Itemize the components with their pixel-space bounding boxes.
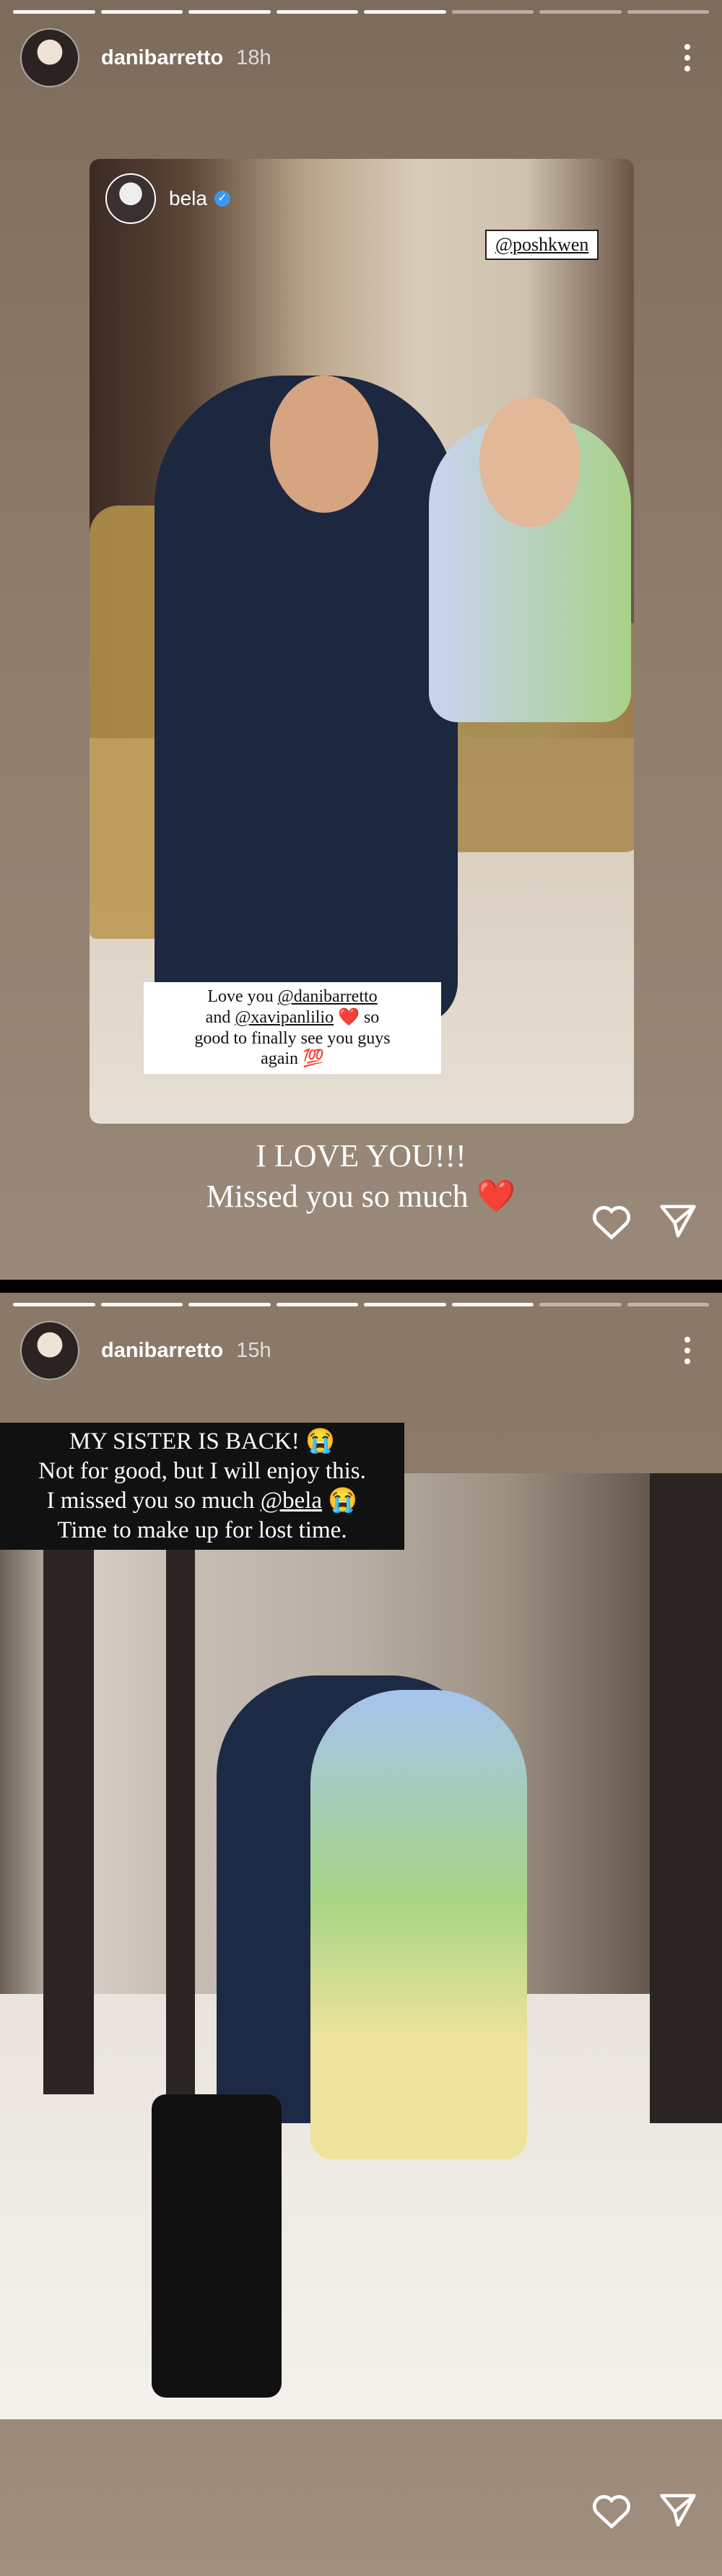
photo-pillar xyxy=(650,1473,722,2123)
progress-segment xyxy=(627,1303,709,1306)
mention-text[interactable]: @poshkwen xyxy=(495,234,588,255)
progress-segment xyxy=(539,10,622,14)
username[interactable]: danibarretto xyxy=(101,46,223,70)
heart-emoji: ❤️ xyxy=(338,1007,360,1027)
progress-segment xyxy=(451,1303,534,1306)
photo-pillar xyxy=(166,1473,195,2094)
mention-link[interactable]: @xavipanlilio xyxy=(235,1008,334,1027)
crying-emoji: 😭 xyxy=(328,1487,358,1514)
progress-segment xyxy=(539,1303,622,1306)
photo-person xyxy=(310,1690,527,2159)
repost-caption: Love you @danibarretto and @xavipanlilio… xyxy=(144,982,441,1075)
send-icon[interactable] xyxy=(658,2492,697,2528)
progress-segment xyxy=(188,10,271,14)
progress-segment xyxy=(364,1303,446,1306)
caption-text: and xyxy=(205,1007,235,1027)
photo-pillar xyxy=(43,1473,94,2094)
mention-link[interactable]: @danibarretto xyxy=(278,987,378,1006)
caption-text: Not for good, but I will enjoy this. xyxy=(38,1457,366,1484)
story-card: danibarretto 18h bela ✓ @poshkwen Love y… xyxy=(0,0,722,1280)
heart-icon[interactable] xyxy=(591,2492,632,2529)
crying-emoji: 😭 xyxy=(305,1428,336,1454)
heart-emoji: ❤️ xyxy=(476,1179,516,1214)
progress-segment xyxy=(188,1303,271,1306)
progress-segment xyxy=(13,10,95,14)
caption-text: good to finally see you guys xyxy=(194,1028,391,1048)
story-actions xyxy=(591,1202,697,1240)
story-actions xyxy=(591,2492,697,2529)
story-photo[interactable] xyxy=(0,1473,722,2419)
caption-text: Time to make up for lost time. xyxy=(57,1517,347,1543)
mention-link[interactable]: @bela xyxy=(261,1488,322,1514)
caption-text: I missed you so much xyxy=(46,1487,261,1514)
progress-segment xyxy=(451,10,534,14)
progress-segment xyxy=(13,1303,95,1306)
send-icon[interactable] xyxy=(658,1203,697,1239)
story-progress-bar xyxy=(13,10,709,14)
repost-username[interactable]: bela xyxy=(169,187,207,210)
story-text: Missed you so much xyxy=(206,1179,469,1214)
more-options-icon[interactable] xyxy=(673,1329,702,1372)
progress-segment xyxy=(276,1303,358,1306)
story-card: danibarretto 15h MY SISTER IS BACK! 😭 No… xyxy=(0,1293,722,2576)
progress-segment xyxy=(627,10,709,14)
progress-segment xyxy=(100,10,183,14)
progress-segment xyxy=(364,10,446,14)
timestamp: 18h xyxy=(236,45,271,69)
photo-face xyxy=(479,397,580,527)
progress-segment xyxy=(100,1303,183,1306)
repost-author[interactable]: bela ✓ xyxy=(105,173,230,224)
photo-legs xyxy=(152,2094,282,2398)
caption-text: Love you xyxy=(207,987,278,1006)
caption-text: MY SISTER IS BACK! xyxy=(69,1428,300,1454)
caption-text: again xyxy=(261,1049,299,1069)
timestamp: 15h xyxy=(236,1338,271,1362)
story-header: danibarretto 15h xyxy=(20,1321,702,1380)
repost-avatar[interactable] xyxy=(105,173,156,224)
heart-icon[interactable] xyxy=(591,1202,632,1240)
hundred-emoji: 💯 xyxy=(303,1049,324,1069)
story-header: danibarretto 18h xyxy=(20,28,702,87)
username[interactable]: danibarretto xyxy=(101,1339,223,1363)
story-caption: MY SISTER IS BACK! 😭 Not for good, but I… xyxy=(0,1423,404,1550)
caption-text: so xyxy=(359,1007,380,1027)
mention-sticker[interactable]: @poshkwen xyxy=(485,230,599,260)
progress-segment xyxy=(276,10,358,14)
avatar[interactable] xyxy=(20,1321,79,1380)
reposted-story[interactable]: bela ✓ @poshkwen Love you @danibarretto … xyxy=(90,159,634,1124)
story-text: I LOVE YOU!!! xyxy=(256,1138,466,1174)
avatar[interactable] xyxy=(20,28,79,87)
photo-face xyxy=(270,376,378,513)
verified-badge-icon: ✓ xyxy=(214,191,230,207)
more-options-icon[interactable] xyxy=(673,36,702,79)
story-progress-bar xyxy=(13,1303,709,1306)
